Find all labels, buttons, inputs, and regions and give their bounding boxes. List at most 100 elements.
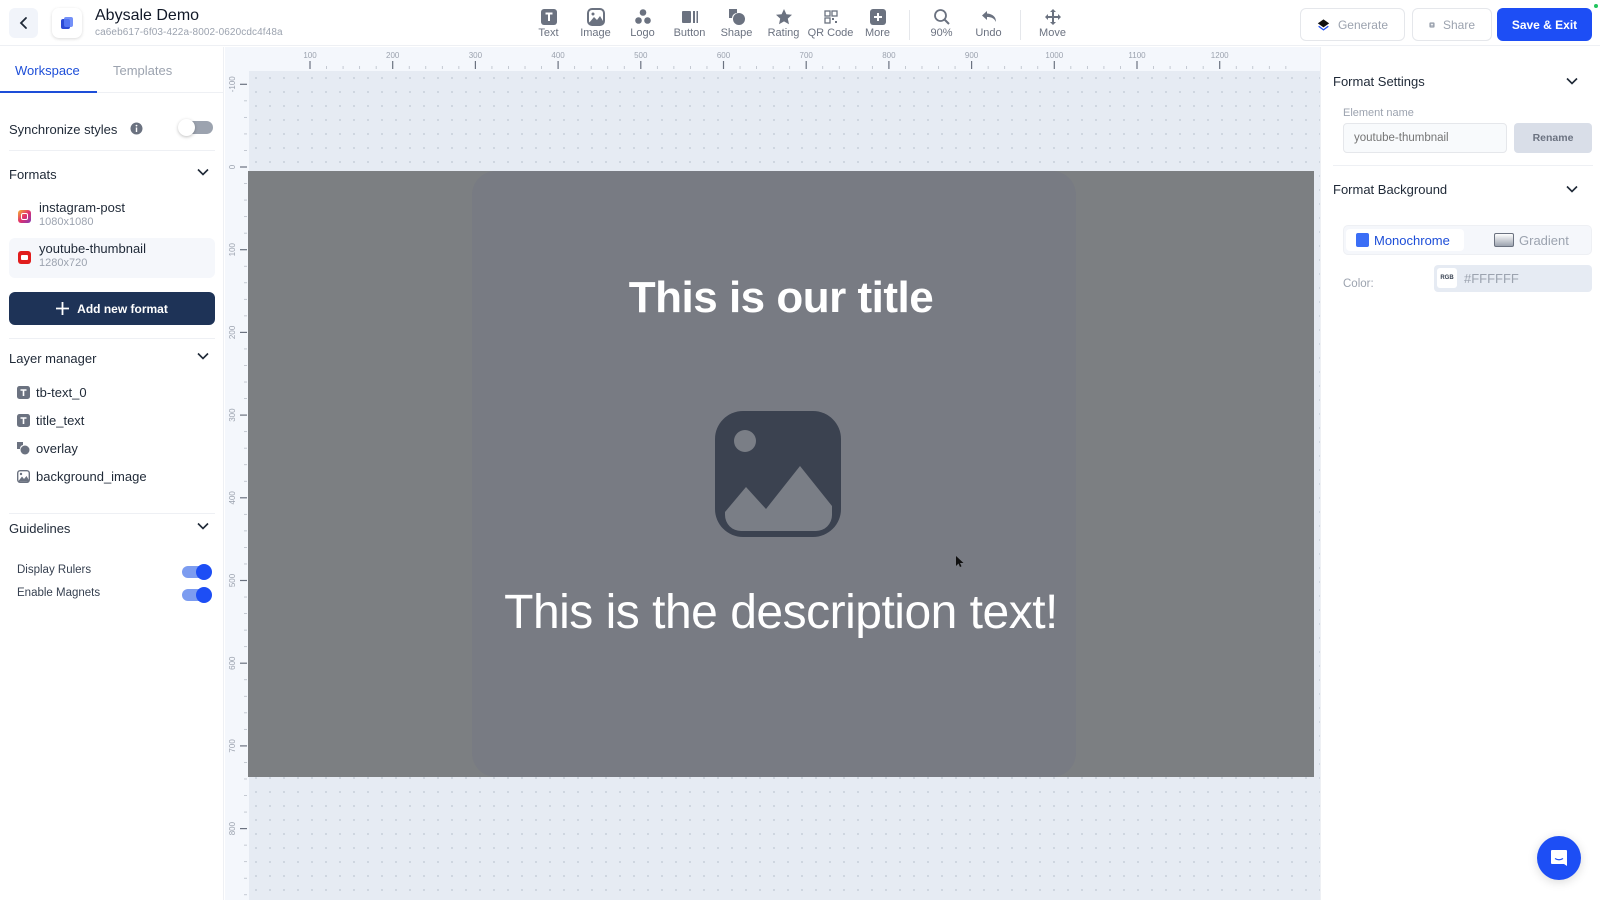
share-label: Share xyxy=(1442,17,1475,32)
tool-more-label: More xyxy=(864,27,891,39)
qr-code-icon xyxy=(823,10,838,24)
ruler-ticks: 100 200 300 400 500 600 700 800 900 1000 1100 1200 xyxy=(303,51,1287,69)
tab-workspace[interactable]: Workspace xyxy=(15,63,80,78)
tool-button[interactable]: Button xyxy=(666,8,713,42)
tool-shape[interactable]: Shape xyxy=(713,8,760,42)
shape-icon xyxy=(728,9,745,25)
ruler-label: 500 xyxy=(228,573,237,587)
rename-button[interactable]: Rename xyxy=(1514,123,1592,153)
canvas-area[interactable]: 100 200 300 400 500 600 700 800 900 1000 1100 1200 … xyxy=(225,47,1320,900)
description-text-layer[interactable]: This is the description text! xyxy=(248,585,1314,640)
share-button[interactable]: Share xyxy=(1412,8,1492,41)
ruler-label: 200 xyxy=(228,325,237,339)
tool-more[interactable]: More xyxy=(854,8,901,42)
plus-icon xyxy=(56,302,70,315)
layer-item[interactable]: background_image xyxy=(17,466,147,486)
shape-layer-icon xyxy=(17,441,30,454)
generate-button[interactable]: Generate xyxy=(1300,8,1405,41)
enable-magnets-label: Enable Magnets xyxy=(17,587,101,599)
divider xyxy=(9,513,215,514)
undo-button[interactable]: Undo xyxy=(965,8,1012,42)
layer-item[interactable]: title_text xyxy=(17,410,84,430)
zoom-level: 90% xyxy=(930,27,953,39)
vertical-ruler[interactable]: -100 0 100 200 300 400 500 600 700 800 xyxy=(225,47,249,900)
app-logo[interactable] xyxy=(52,8,82,38)
tool-image[interactable]: Image xyxy=(572,8,619,42)
guidelines-header[interactable]: Guidelines xyxy=(9,520,215,538)
formats-header[interactable]: Formats xyxy=(9,166,215,184)
format-settings-title[interactable]: Format Settings xyxy=(1333,74,1425,89)
zoom-control[interactable]: 90% xyxy=(918,8,965,42)
layers-icon xyxy=(1317,18,1330,31)
divider xyxy=(1333,165,1593,166)
ruler-ticks: -100 0 100 200 300 400 500 600 700 800 xyxy=(228,76,247,896)
artboard-youtube-thumbnail[interactable]: This is our title This is the descriptio… xyxy=(248,171,1314,777)
ruler-label: 800 xyxy=(882,51,896,60)
layer-item[interactable]: overlay xyxy=(17,438,78,458)
horizontal-ruler[interactable]: 100 200 300 400 500 600 700 800 900 1000 1100 1200 xyxy=(225,47,1320,71)
add-format-label: Add new format xyxy=(77,301,168,316)
share-icon xyxy=(1429,21,1435,28)
display-rulers-toggle[interactable] xyxy=(182,564,212,580)
toolbar-divider xyxy=(1020,10,1021,40)
toolbar: Text Image Logo Button Shape Rating QR C… xyxy=(525,8,1076,42)
info-icon[interactable] xyxy=(130,122,143,135)
layer-name: background_image xyxy=(36,468,147,484)
enable-magnets-toggle[interactable] xyxy=(182,587,212,603)
element-name-input[interactable] xyxy=(1343,123,1507,153)
layer-name: tb-text_0 xyxy=(36,384,87,400)
tool-text[interactable]: Text xyxy=(525,8,572,42)
star-icon xyxy=(775,9,792,25)
monochrome-label: Monochrome xyxy=(1374,232,1450,248)
format-item-youtube-thumbnail[interactable]: youtube-thumbnail 1280x720 xyxy=(9,238,215,278)
tool-logo[interactable]: Logo xyxy=(619,8,666,42)
project-title: Abysale Demo xyxy=(95,7,200,24)
format-background-title[interactable]: Format Background xyxy=(1333,182,1447,197)
image-layer-icon xyxy=(17,469,30,483)
layer-manager-header[interactable]: Layer manager xyxy=(9,350,215,368)
gradient-swatch-icon xyxy=(1494,233,1514,247)
chevron-down-icon[interactable] xyxy=(1566,185,1578,193)
move-label: Move xyxy=(1039,27,1066,39)
tab-templates[interactable]: Templates xyxy=(113,63,172,78)
color-format-badge[interactable]: RGB xyxy=(1437,268,1457,288)
image-placeholder-icon[interactable] xyxy=(713,409,843,539)
monochrome-option[interactable]: Monochrome xyxy=(1346,229,1464,251)
layer-name: title_text xyxy=(36,412,85,428)
guidelines-title: Guidelines xyxy=(9,521,71,536)
image-icon xyxy=(586,8,605,26)
layer-name: overlay xyxy=(36,440,78,456)
instagram-icon xyxy=(18,210,31,223)
chevron-down-icon[interactable] xyxy=(1566,77,1578,85)
title-text-layer[interactable]: This is our title xyxy=(248,273,1314,323)
sync-styles-row: Synchronize styles xyxy=(9,119,215,137)
undo-icon xyxy=(981,11,996,22)
chat-icon xyxy=(1551,850,1567,866)
save-exit-button[interactable]: Save & Exit xyxy=(1497,8,1592,41)
sync-styles-toggle[interactable] xyxy=(178,119,213,136)
move-tool[interactable]: Move xyxy=(1029,8,1076,42)
divider xyxy=(9,338,215,339)
layer-manager-title: Layer manager xyxy=(9,351,97,366)
back-button[interactable] xyxy=(9,8,38,38)
magnifier-icon xyxy=(933,9,950,25)
color-input[interactable]: RGB #FFFFFF xyxy=(1434,265,1592,292)
chat-support-button[interactable] xyxy=(1537,836,1581,880)
tool-button-label: Button xyxy=(673,27,706,39)
tool-text-label: Text xyxy=(538,27,559,39)
layer-item[interactable]: tb-text_0 xyxy=(17,382,87,402)
ruler-label: 400 xyxy=(228,491,237,505)
format-size: 1080x1080 xyxy=(39,216,94,228)
tool-rating[interactable]: Rating xyxy=(760,8,807,42)
ruler-label: 300 xyxy=(469,51,483,60)
ruler-label: 500 xyxy=(634,51,648,60)
mouse-cursor-icon xyxy=(956,556,964,567)
background-mode-selector: Monochrome Gradient xyxy=(1343,225,1592,255)
chevron-down-icon xyxy=(197,352,209,360)
gradient-option[interactable]: Gradient xyxy=(1484,229,1579,251)
toggle-knob xyxy=(178,119,195,136)
add-new-format-button[interactable]: Add new format xyxy=(9,292,215,325)
format-item-instagram-post[interactable]: instagram-post 1080x1080 xyxy=(9,197,215,237)
ruler-label: 1200 xyxy=(1211,51,1229,60)
tool-qr-code[interactable]: QR Code xyxy=(807,8,854,42)
